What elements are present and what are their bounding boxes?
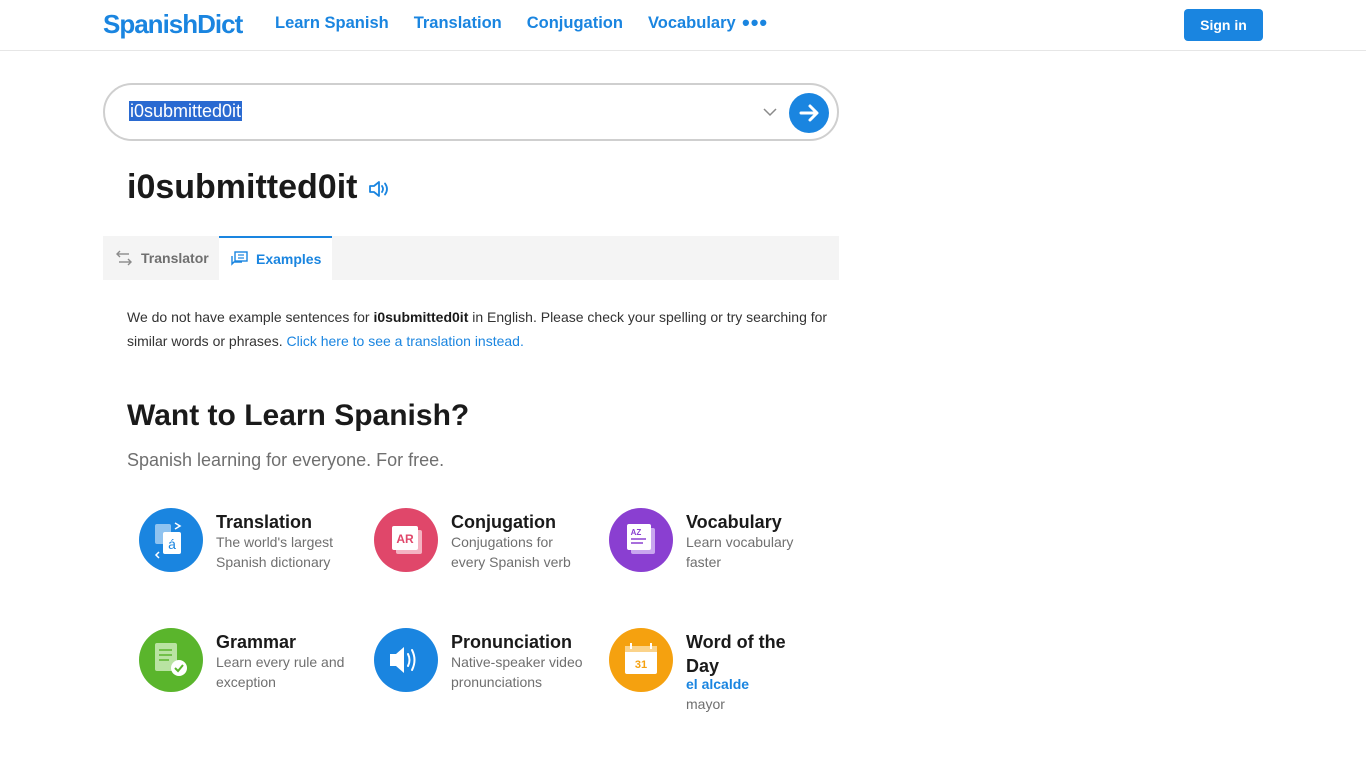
feature-desc: Learn vocabulary faster xyxy=(686,534,794,570)
tab-translator[interactable]: Translator xyxy=(103,236,219,280)
chevron-down-icon[interactable] xyxy=(761,103,779,121)
nav-translation[interactable]: Translation xyxy=(414,14,502,33)
feature-word-of-the-day[interactable]: 31 Word of the Day el alcalde mayor xyxy=(609,628,839,718)
conjugation-icon: AR xyxy=(374,508,438,572)
search-box[interactable]: i0submitted0it xyxy=(103,83,839,141)
top-navbar: SpanishDict Learn Spanish Translation Co… xyxy=(0,0,1366,51)
see-translation-link[interactable]: Click here to see a translation instead. xyxy=(287,333,524,349)
translation-icon: á xyxy=(139,508,203,572)
feature-conjugation[interactable]: AR Conjugation Conjugations for every Sp… xyxy=(374,508,604,598)
entry-title: i0submitted0it xyxy=(127,168,358,206)
nav-conjugation[interactable]: Conjugation xyxy=(527,14,623,33)
more-menu-icon[interactable]: ••• xyxy=(742,12,768,34)
feature-translation[interactable]: á Translation The world's largest Spanis… xyxy=(139,508,369,598)
grammar-icon xyxy=(139,628,203,692)
feature-pronunciation[interactable]: Pronunciation Native-speaker video pronu… xyxy=(374,628,604,718)
arrow-right-icon xyxy=(799,104,819,122)
nav-vocabulary[interactable]: Vocabulary xyxy=(648,14,736,33)
tab-translator-label: Translator xyxy=(141,250,209,266)
nav-learn-spanish[interactable]: Learn Spanish xyxy=(275,14,389,33)
feature-title: Word of the Day xyxy=(686,632,786,676)
feature-desc: Learn every rule and exception xyxy=(216,654,345,690)
feature-title: Pronunciation xyxy=(451,632,572,652)
feature-desc: The world's largest Spanish dictionary xyxy=(216,534,334,570)
feature-vocabulary[interactable]: AZ Vocabulary Learn vocabulary faster xyxy=(609,508,839,598)
word-of-the-day-link[interactable]: el alcalde xyxy=(686,676,749,692)
tab-examples-label: Examples xyxy=(256,251,322,267)
search-input-value: i0submitted0it xyxy=(129,101,243,121)
feature-desc: Conjugations for every Spanish verb xyxy=(451,534,571,570)
feature-title: Vocabulary xyxy=(686,512,782,532)
feature-title: Conjugation xyxy=(451,512,556,532)
calendar-day: 31 xyxy=(635,659,647,671)
speaker-icon[interactable] xyxy=(367,178,391,200)
feature-title: Translation xyxy=(216,512,313,532)
word-of-the-day-meaning: mayor xyxy=(686,696,725,712)
learn-subtitle: Spanish learning for everyone. For free. xyxy=(127,450,445,470)
result-tabs: Translator Examples xyxy=(103,236,839,280)
vocabulary-icon: AZ xyxy=(609,508,673,572)
message-prefix: We do not have example sentences for xyxy=(127,309,374,325)
calendar-icon: 31 xyxy=(609,628,673,692)
learn-heading: Want to Learn Spanish? xyxy=(127,399,470,432)
chat-bubbles-icon xyxy=(231,251,248,266)
svg-text:AZ: AZ xyxy=(631,528,642,537)
svg-text:á: á xyxy=(168,536,176,552)
tab-examples[interactable]: Examples xyxy=(219,236,332,280)
feature-title: Grammar xyxy=(216,632,297,652)
search-submit-button[interactable] xyxy=(789,93,829,133)
svg-text:AR: AR xyxy=(396,532,414,546)
spanishdict-logo[interactable]: SpanishDict xyxy=(103,9,243,40)
swap-arrows-icon xyxy=(116,250,132,266)
sign-in-button[interactable]: Sign in xyxy=(1184,9,1263,41)
main-nav: Learn Spanish Translation Conjugation Vo… xyxy=(275,14,761,33)
message-term: i0submitted0it xyxy=(373,309,469,325)
pronunciation-icon xyxy=(374,628,438,692)
feature-desc: Native-speaker video pronunciations xyxy=(451,654,583,690)
feature-grammar[interactable]: Grammar Learn every rule and exception xyxy=(139,628,369,718)
search-input[interactable]: i0submitted0it xyxy=(129,101,243,122)
no-examples-message: We do not have example sentences for i0s… xyxy=(127,305,837,353)
